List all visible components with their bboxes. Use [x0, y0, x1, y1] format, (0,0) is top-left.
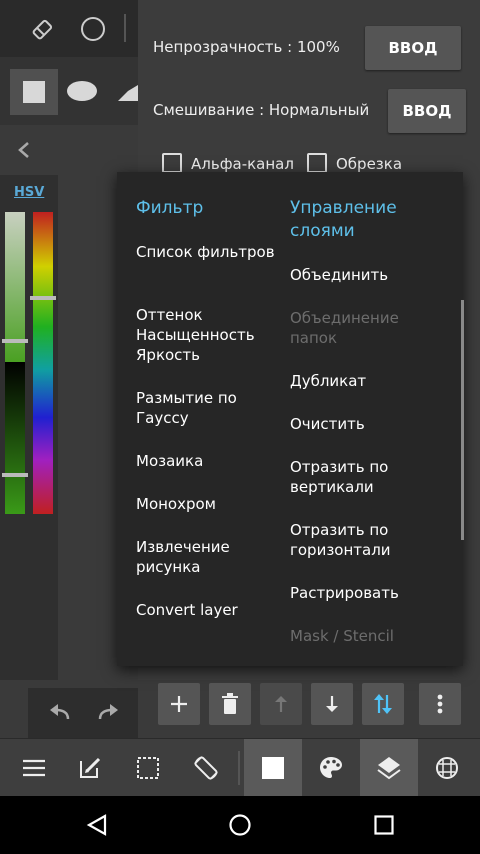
rectangle-shape-button[interactable]: [10, 69, 58, 115]
menu-item-filter-list[interactable]: Список фильтров: [136, 242, 276, 262]
more-vertical-icon: [437, 694, 443, 714]
shape-tools-row: [0, 57, 138, 125]
arrow-up-icon: [275, 696, 287, 712]
clip-checkbox[interactable]: [307, 153, 327, 173]
value-slider[interactable]: [5, 362, 25, 514]
clip-label: Обрезка: [336, 155, 403, 173]
delete-layer-button[interactable]: [209, 683, 251, 725]
edit-icon: [80, 757, 101, 778]
menu-item-convert-layer[interactable]: Convert layer: [136, 600, 276, 620]
move-layer-down-button[interactable]: [311, 683, 353, 725]
rotate-canvas-button[interactable]: [177, 739, 235, 797]
popup-scrollbar[interactable]: [461, 300, 464, 540]
trash-icon: [222, 693, 238, 714]
menu-item-extract-lineart[interactable]: Извлечение рисунка: [136, 537, 276, 577]
redo-icon[interactable]: [96, 702, 120, 728]
alpha-label: Альфа-канал: [191, 155, 294, 173]
hamburger-menu-icon: [23, 759, 45, 777]
layers-icon: [377, 757, 401, 780]
polygon-shape-button[interactable]: [118, 83, 138, 107]
menu-item-monochrome[interactable]: Монохром: [136, 494, 276, 514]
undo-icon[interactable]: [48, 702, 72, 728]
undo-redo-bar: [28, 688, 138, 738]
alpha-checkbox[interactable]: [162, 153, 182, 173]
menu-item-hsl[interactable]: Оттенок Насыщенность Яркость: [136, 305, 276, 365]
color-swatch: [262, 757, 284, 779]
menu-item-flip-vertical[interactable]: Отразить по вертикали: [290, 457, 420, 497]
menu-item-rasterize[interactable]: Растрировать: [290, 583, 440, 603]
move-layer-up-button[interactable]: [260, 683, 302, 725]
left-tool-row: [0, 0, 138, 57]
layers-header: Управление слоями: [290, 198, 397, 241]
menu-item-clear[interactable]: Очистить: [290, 414, 440, 434]
circle-select-icon[interactable]: [80, 16, 106, 46]
blend-enter-button[interactable]: ВВОД: [388, 89, 466, 133]
menu-item-mosaic[interactable]: Мозаика: [136, 451, 276, 471]
arrow-down-icon: [326, 696, 338, 712]
current-color-button[interactable]: [244, 739, 302, 797]
menu-item-mask-stencil: Mask / Stencil: [290, 627, 394, 645]
divider: [124, 14, 126, 42]
bottom-toolbar: [0, 738, 480, 797]
chevron-left-icon[interactable]: [14, 139, 34, 165]
opacity-label[interactable]: Непрозрачность : 100%: [153, 38, 340, 56]
palette-button[interactable]: [302, 739, 360, 797]
system-navigation-bar: [0, 796, 480, 854]
navigator-button[interactable]: [418, 739, 476, 797]
value-handle[interactable]: [2, 473, 28, 477]
opacity-enter-button[interactable]: ВВОД: [365, 26, 461, 70]
square-icon: [23, 81, 45, 103]
selection-icon: [137, 757, 159, 779]
plus-icon: [171, 696, 187, 712]
edit-button[interactable]: [61, 739, 119, 797]
filter-header: Фильтр: [136, 198, 204, 218]
layer-more-button[interactable]: [419, 683, 461, 725]
blend-mode-label[interactable]: Смешивание : Нормальный: [153, 101, 369, 119]
ellipse-shape-button[interactable]: [67, 81, 97, 101]
swap-vertical-icon: [374, 694, 392, 714]
color-mode-label[interactable]: HSV: [14, 185, 44, 200]
layers-button[interactable]: [360, 739, 418, 797]
palette-icon: [320, 757, 342, 778]
recents-icon[interactable]: [374, 815, 394, 839]
menu-item-merge-folder: Объединение папок: [290, 309, 399, 347]
menu-button[interactable]: [5, 739, 63, 797]
toolbar-divider: [238, 751, 240, 785]
selection-button[interactable]: [119, 739, 177, 797]
screen-rotation-icon: [194, 756, 218, 780]
saturation-handle[interactable]: [2, 339, 28, 343]
menu-item-gaussian-blur[interactable]: Размытие по Гауссу: [136, 388, 276, 428]
eraser-icon[interactable]: [28, 16, 56, 48]
menu-item-merge[interactable]: Объединить: [290, 265, 440, 285]
panel-nav-row: [0, 125, 138, 175]
color-panel: HSV: [0, 175, 58, 680]
home-icon[interactable]: [229, 814, 251, 840]
hue-handle[interactable]: [30, 296, 56, 300]
globe-grid-icon: [436, 757, 458, 779]
back-icon[interactable]: [86, 814, 108, 840]
menu-item-duplicate[interactable]: Дубликат: [290, 371, 440, 391]
layer-menu-popup: Фильтр Список фильтров Оттенок Насыщенно…: [117, 172, 463, 666]
menu-item-flip-horizontal[interactable]: Отразить по горизонтали: [290, 520, 420, 560]
add-layer-button[interactable]: [158, 683, 200, 725]
hue-slider[interactable]: [33, 212, 53, 514]
swap-layer-button[interactable]: [362, 683, 404, 725]
